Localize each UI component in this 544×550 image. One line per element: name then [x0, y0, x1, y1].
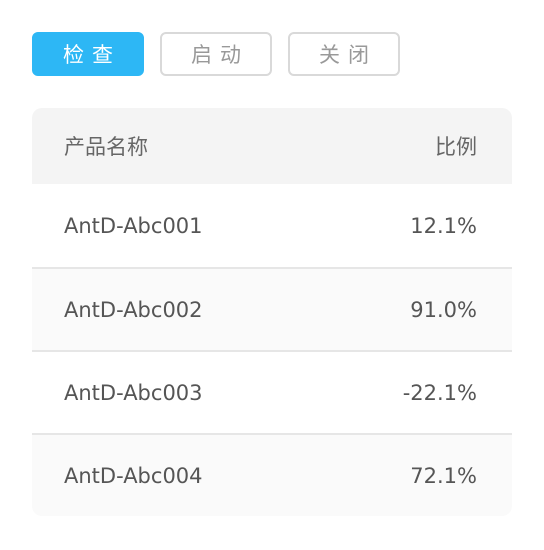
table-row: AntD-Abc002 91.0% [32, 267, 512, 350]
check-button[interactable]: 检查 [32, 32, 144, 76]
start-button[interactable]: 启动 [160, 32, 272, 76]
product-name-cell: AntD-Abc002 [64, 297, 203, 322]
column-header-ratio: 比例 [435, 135, 477, 159]
table-row: AntD-Abc001 12.1% [32, 184, 512, 267]
product-name-cell: AntD-Abc001 [64, 213, 203, 238]
product-name-cell: AntD-Abc003 [64, 380, 203, 405]
product-name-cell: AntD-Abc004 [64, 463, 203, 488]
table-header: 产品名称 比例 [32, 108, 512, 184]
ratio-cell: 12.1% [410, 213, 477, 238]
product-table: 产品名称 比例 AntD-Abc001 12.1% AntD-Abc002 91… [32, 108, 512, 516]
ratio-cell: 72.1% [410, 463, 477, 488]
table-row: AntD-Abc003 -22.1% [32, 350, 512, 433]
table-row: AntD-Abc004 72.1% [32, 433, 512, 516]
ratio-cell: -22.1% [402, 380, 477, 405]
toolbar: 检查 启动 关闭 [32, 32, 400, 76]
ratio-cell: 91.0% [410, 297, 477, 322]
close-button[interactable]: 关闭 [288, 32, 400, 76]
column-header-product-name: 产品名称 [64, 135, 148, 159]
